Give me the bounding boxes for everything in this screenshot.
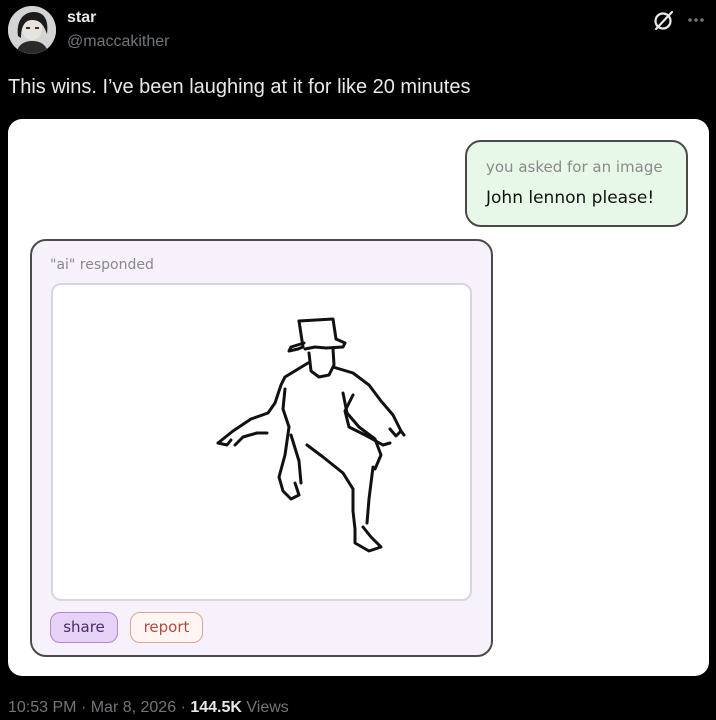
meta-separator: · bbox=[80, 699, 87, 716]
author-handle[interactable]: @maccakither bbox=[67, 33, 170, 51]
ai-response-card: "ai" responded share report bbox=[30, 239, 493, 657]
response-caption: "ai" responded bbox=[50, 257, 154, 273]
generated-drawing bbox=[51, 283, 472, 601]
more-options-icon[interactable] bbox=[684, 8, 708, 32]
image-request-bubble: you asked for an image John lennon pleas… bbox=[465, 140, 688, 227]
meta-separator: · bbox=[180, 699, 186, 716]
request-caption: you asked for an image bbox=[486, 158, 663, 176]
report-button[interactable]: report bbox=[130, 612, 203, 643]
tweet-media[interactable]: you asked for an image John lennon pleas… bbox=[8, 119, 709, 676]
views-label: Views bbox=[246, 699, 289, 716]
tweet-date[interactable]: Mar 8, 2026 bbox=[91, 699, 176, 716]
views-count: 144.5K bbox=[190, 699, 242, 716]
stick-figure-drawing bbox=[216, 317, 406, 553]
author-avatar[interactable] bbox=[8, 6, 56, 54]
tweet-text: This wins. I’ve been laughing at it for … bbox=[8, 76, 471, 98]
author-display-name[interactable]: star bbox=[67, 9, 96, 27]
tweet-time[interactable]: 10:53 PM bbox=[8, 699, 76, 716]
request-text: John lennon please! bbox=[486, 188, 655, 208]
tweet-meta: 10:53 PM · Mar 8, 2026 · 144.5K Views bbox=[8, 699, 289, 717]
avatar-photo bbox=[8, 6, 56, 54]
share-button[interactable]: share bbox=[50, 612, 118, 643]
grok-icon[interactable] bbox=[652, 8, 676, 32]
